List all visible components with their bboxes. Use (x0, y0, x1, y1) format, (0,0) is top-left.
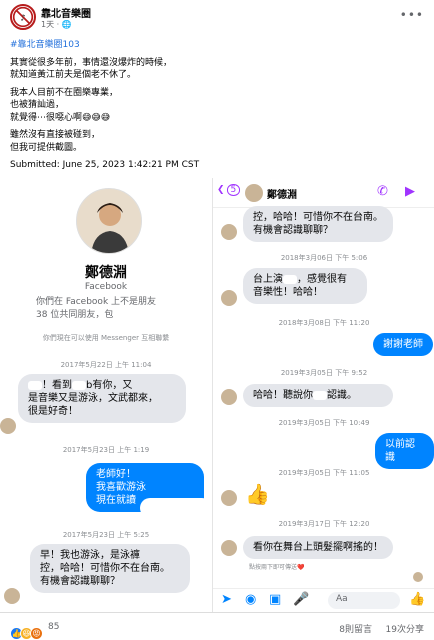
submitted-time: Submitted: June 25, 2023 1:42:21 PM CST (10, 160, 200, 170)
sender-avatar (221, 389, 237, 405)
paragraph-1: 其實從很多年前，事情還沒爆炸的時候， 就知道黃江前夫是個老不休了。 (10, 57, 173, 81)
paragraph-3: 雖然沒有直接被碰到， 但我可提供截圖。 (10, 130, 101, 153)
timestamp: 2017年5月23日 上午 1:19 (62, 446, 150, 454)
message-input[interactable]: Aa (328, 592, 400, 609)
post-meta: 1天 · 🌐 (41, 19, 72, 30)
hashtag-link[interactable]: #靠北音樂圈103 (10, 39, 425, 52)
camera-icon[interactable]: ◉ (245, 592, 256, 607)
sender-avatar (221, 290, 237, 306)
timestamp: 2019年3月17日 下午 12:20 (278, 520, 370, 528)
sender-avatar (221, 224, 237, 240)
profile-photo (76, 188, 142, 254)
share-count[interactable]: 19次分享 (386, 622, 424, 635)
timestamp: 2018年3月08日 下午 11:20 (278, 319, 370, 327)
right-chat-screenshot: ❮ 5 鄭德淵 ✆ ▶ 控，哈哈！可惜你不在台南。 有機會認識聊聊？ 2018年3月… (212, 178, 434, 612)
sender-avatar (4, 588, 20, 604)
paragraph-2: 我本人目前不在圈樂專業， 也被猜訕過， 就覺得⋯很噁心啊😅😅😅 (10, 87, 119, 123)
timestamp: 2018年3月06日 下午 5:06 (280, 254, 368, 262)
mutual-info: 你們在 Facebook 上不是朋友 38 位共同朋友，包 (36, 297, 157, 320)
post-footer: 👍😆 😡 85 8則留言 19次分享 (0, 612, 434, 640)
svg-text:♪: ♪ (20, 12, 25, 22)
globe-icon: 🌐 (61, 20, 72, 29)
thumbs-up-button[interactable]: 👍 (409, 592, 425, 607)
post-body: #靠北音樂圈103 其實從很多年前，事情還沒爆炸的時候， 就知道黃江前夫是個老不休… (10, 39, 425, 172)
timestamp: 2019年3月05日 下午 10:49 (278, 419, 370, 427)
profile-name: 鄭德淵 (85, 265, 127, 281)
chat-header: ❮ 5 鄭德淵 ✆ ▶ (213, 178, 434, 208)
incoming-message: 哈哈！聽說你 認識。 (243, 384, 393, 407)
thumbs-up-icon: 👍 (245, 482, 270, 506)
post-time[interactable]: 1天 · (41, 20, 62, 29)
timestamp: 2017年5月23日 上午 5:25 (62, 531, 150, 539)
phone-icon[interactable]: ✆ (377, 184, 388, 199)
double-tap-hint: 點按兩下即可傳送❤️ (249, 564, 305, 571)
incoming-message: ！看到 b有你，又 是音樂又是游泳，文武都來， 很是好奇！ (18, 374, 186, 423)
more-options-icon[interactable]: ••• (400, 8, 424, 22)
contact-name[interactable]: 鄭德淵 (267, 186, 297, 201)
profile-source: Facebook (84, 282, 128, 292)
post-header: ♪ 靠北音樂圈 1天 · 🌐 ••• (0, 0, 434, 34)
incoming-message: 控，哈哈！可惜你不在台南。 有機會認識聊聊？ (243, 206, 393, 242)
sender-avatar (221, 490, 237, 506)
sender-avatar (221, 540, 237, 556)
redaction (140, 498, 212, 518)
timestamp: 2017年5月22日 上午 11:04 (60, 361, 152, 369)
timestamp: 2019年3月05日 下午 9:52 (280, 369, 368, 377)
reaction-icons[interactable]: 👍😆 😡 (10, 621, 43, 640)
incoming-message: 早！我也游泳，是泳褲 控，哈哈！可惜你不在台南。 有機會認識聊聊？ (30, 544, 190, 593)
message-composer: ➤ ◉ ▣ 🎤 Aa 👍 (213, 588, 434, 612)
microphone-icon[interactable]: 🎤 (293, 592, 309, 607)
outgoing-message: 以前認識 (375, 433, 434, 469)
comment-count[interactable]: 8則留言 (339, 622, 372, 635)
video-icon[interactable]: ▶ (405, 184, 415, 199)
image-icon[interactable]: ▣ (269, 592, 281, 607)
read-receipt-avatar (413, 572, 423, 582)
messenger-note: 你們現在可以使用 Messenger 互相聯繫 (42, 334, 170, 342)
reaction-count[interactable]: 85 (48, 622, 59, 632)
contact-avatar[interactable] (245, 184, 263, 202)
outgoing-message: 謝謝老師 (373, 333, 433, 356)
sender-avatar (0, 418, 16, 434)
back-icon[interactable]: ❮ 5 (217, 184, 241, 196)
timestamp: 2019年3月05日 下午 11:05 (278, 469, 370, 477)
incoming-message: 台上演 ，感覺很有 音樂性！哈哈！ (243, 268, 367, 304)
group-avatar[interactable]: ♪ (10, 4, 36, 30)
group-name[interactable]: 靠北音樂圈 (41, 5, 91, 20)
left-chat-screenshot: 鄭德淵 Facebook 你們在 Facebook 上不是朋友 38 位共同朋友，… (0, 178, 212, 612)
incoming-message: 看你在舞台上頭髮擺啊搖的！ (243, 536, 393, 559)
angry-icon: 😡 (30, 627, 43, 640)
post-image[interactable]: 鄭德淵 Facebook 你們在 Facebook 上不是朋友 38 位共同朋友，… (0, 178, 434, 612)
send-location-icon[interactable]: ➤ (221, 592, 232, 607)
